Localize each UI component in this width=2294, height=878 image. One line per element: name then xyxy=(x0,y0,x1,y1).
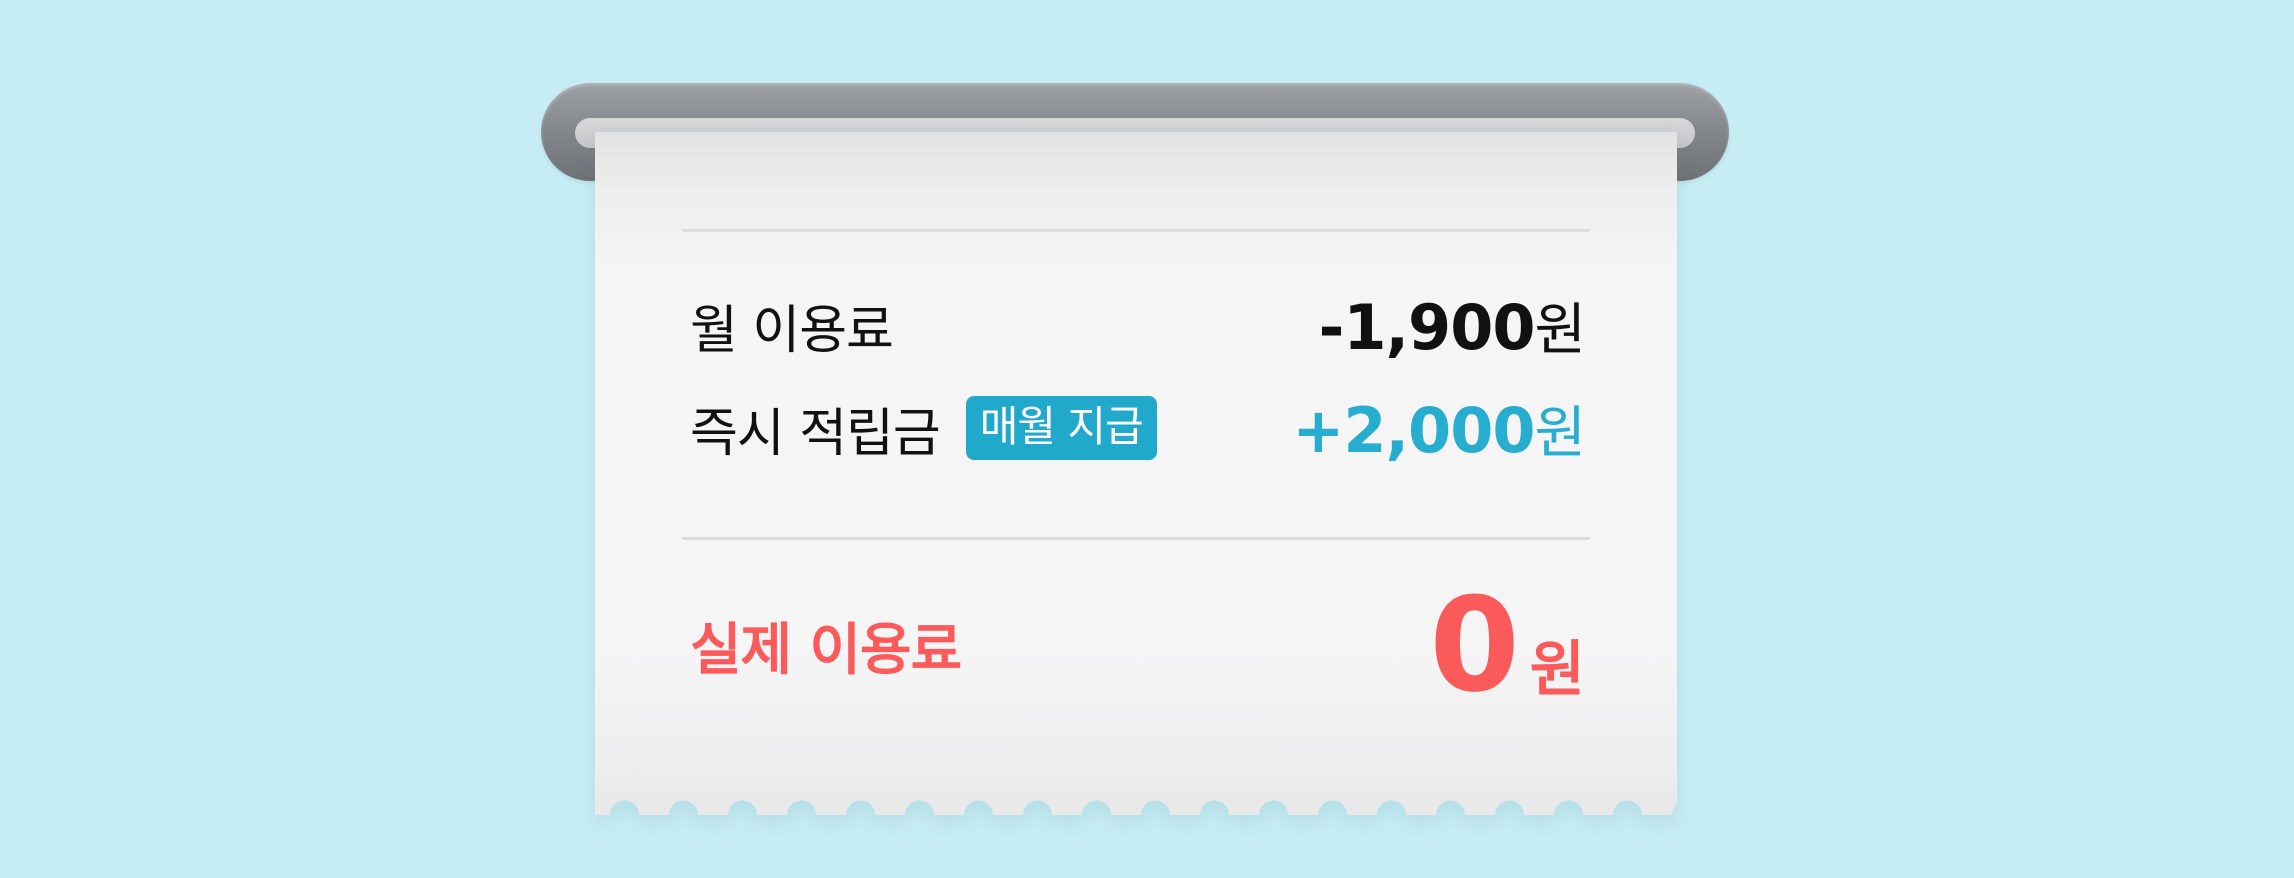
actual-fee-label: 실제 이용료 xyxy=(690,617,962,683)
actual-fee-unit: 원 xyxy=(1529,635,1585,705)
receipt-divider-middle xyxy=(682,537,1590,540)
actual-fee-value: 0 xyxy=(1429,569,1520,721)
receipt-divider-top xyxy=(682,229,1590,232)
monthly-fee-unit: 원 xyxy=(1534,297,1586,363)
actual-fee-amount: 0 원 xyxy=(1429,580,1585,710)
instant-reward-row: 즉시 적립금 매월 지급 +2,000원 xyxy=(690,388,1586,469)
instant-reward-value: +2,000 xyxy=(1292,393,1535,467)
instant-reward-label: 즉시 적립금 xyxy=(690,403,941,464)
monthly-fee-amount: -1,900원 xyxy=(1318,285,1586,366)
instant-reward-amount: +2,000원 xyxy=(1292,388,1586,469)
monthly-fee-row: 월 이용료 -1,900원 xyxy=(690,290,1586,364)
receipt-paper: 월 이용료 -1,900원 즉시 적립금 매월 지급 +2,000원 실제 이용… xyxy=(595,132,1677,815)
monthly-fee-label: 월 이용료 xyxy=(690,300,894,361)
instant-reward-unit: 원 xyxy=(1534,400,1586,466)
instant-reward-label-group: 즉시 적립금 매월 지급 xyxy=(690,391,1157,466)
monthly-fee-value: -1,900 xyxy=(1318,290,1536,364)
actual-fee-row: 실제 이용료 0 원 xyxy=(690,580,1585,710)
monthly-payment-badge: 매월 지급 xyxy=(965,396,1157,460)
